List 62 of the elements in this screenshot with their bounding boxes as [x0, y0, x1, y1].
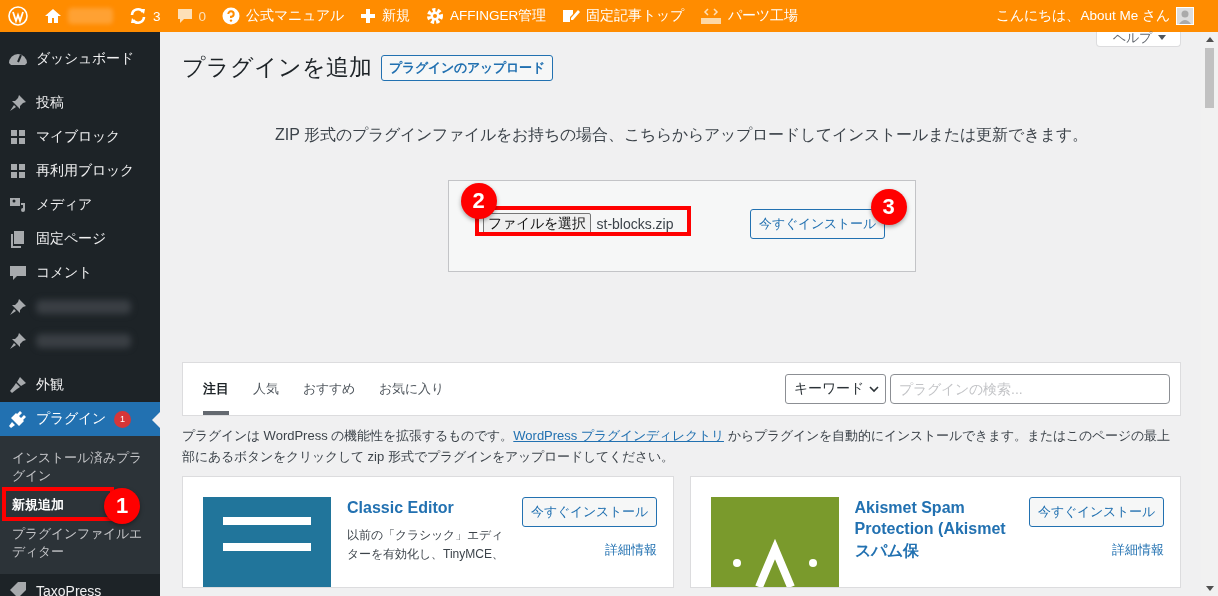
pushpin-icon	[8, 93, 28, 113]
grid-icon	[8, 127, 28, 147]
menu-item[interactable]: 固定ページ	[0, 222, 160, 256]
menu-item[interactable]: ダッシュボード	[0, 42, 160, 76]
menu-item[interactable]: メディア	[0, 188, 160, 222]
install-now-button[interactable]: 今すぐインストール	[521, 496, 657, 527]
intro-text: プラグインは WordPress の機能性を拡張するものです。WordPress プラグインディレクトリ からプラグインを自動的にインストールできます。またはこのページの最上部にあるボタンをクリックして zip 形式でプラグインをアップロードしてください。	[182, 427, 1171, 466]
install-now-button[interactable]: 今すぐインストール	[1029, 496, 1164, 527]
grid-icon	[8, 161, 28, 181]
scrollbar-thumb[interactable]	[1205, 48, 1214, 108]
page-title: プラグインを追加	[182, 53, 372, 82]
more-details-link[interactable]: 詳細情報	[604, 540, 657, 559]
menu-item[interactable]: 再利用ブロック	[0, 154, 160, 188]
speech-bubble-icon	[176, 8, 193, 24]
menu-item[interactable]: プラグイン 1	[0, 402, 160, 436]
paintbrush-icon	[8, 375, 28, 395]
upload-plugin-button[interactable]: プラグインのアップロード	[381, 54, 553, 81]
caret-icon	[1158, 35, 1166, 41]
submenu-item[interactable]: プラグインファイルエディター	[12, 524, 148, 561]
submenu-item[interactable]: インストール済みプラグイン	[12, 449, 148, 486]
plugin-name-link[interactable]: Classic Editor	[347, 496, 506, 519]
help-icon	[222, 7, 241, 25]
submenu-item[interactable]: 新規追加	[12, 496, 64, 515]
file-name: st-blocks.zip	[595, 216, 674, 232]
help-tab[interactable]: ヘルプ	[1096, 32, 1181, 47]
code-icon	[700, 7, 723, 25]
pushpin-icon	[8, 297, 28, 317]
upload-description: ZIP 形式のプラグインファイルをお持ちの場合、こちらからアップロードしてインストールまたは更新できます。	[273, 125, 1089, 145]
plug-icon	[8, 409, 28, 429]
plus-icon	[360, 8, 377, 24]
tag-icon	[8, 580, 28, 596]
filter-tab[interactable]: おすすめ	[303, 363, 355, 415]
step-number-marker: 1	[104, 488, 140, 525]
avatar-icon	[1176, 7, 1194, 25]
search-field[interactable]: プラグインの検索...	[890, 374, 1170, 404]
plugin-name-link[interactable]: Akismet Spam Protection (Akismet スパム保	[854, 496, 1013, 562]
search-type-dropdown[interactable]: キーワード	[785, 374, 886, 404]
menu-item[interactable]: TaxoPress	[0, 573, 160, 596]
directory-link[interactable]: WordPress プラグインディレクトリ	[513, 428, 724, 443]
menu-item[interactable]: マイブロック	[0, 120, 160, 154]
refresh-icon	[129, 7, 147, 25]
filter-tab[interactable]: 注目	[203, 363, 229, 415]
speech-bubble-icon	[8, 263, 28, 283]
home-icon	[44, 8, 62, 24]
gear-icon	[426, 7, 445, 25]
scroll-down-icon	[1205, 586, 1214, 591]
plugin-description: 以前の「クラシック」エディターを有効化し、TinyMCE、	[347, 527, 505, 564]
more-details-link[interactable]: 詳細情報	[1112, 540, 1164, 559]
menu-item[interactable]: 外観	[0, 368, 160, 402]
filter-tab[interactable]: 人気	[253, 363, 279, 415]
chevron-down-icon	[869, 385, 879, 393]
step-number-marker: 2	[460, 183, 497, 219]
blurred-site-name	[68, 8, 113, 24]
edit-icon	[562, 7, 581, 25]
filter-tab[interactable]: お気に入り	[379, 363, 444, 415]
pushpin-icon	[8, 331, 28, 351]
menu-item[interactable]: 投稿	[0, 86, 160, 120]
count-badge: 1	[114, 410, 131, 428]
wordpress-logo-icon	[8, 6, 28, 26]
media-icon	[8, 195, 28, 215]
menu-item[interactable]: コメント	[0, 256, 160, 290]
scroll-up-icon	[1205, 37, 1214, 42]
